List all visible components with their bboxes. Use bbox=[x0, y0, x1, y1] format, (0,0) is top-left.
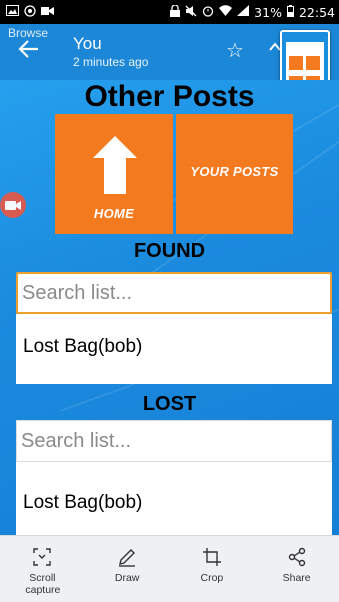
your-posts-tile-label: YOUR POSTS bbox=[190, 164, 279, 179]
your-posts-tile[interactable]: YOUR POSTS bbox=[176, 114, 293, 234]
draw-button[interactable]: Draw bbox=[85, 536, 170, 602]
home-tile[interactable]: HOME bbox=[55, 114, 173, 234]
thumbnail-tile bbox=[306, 56, 320, 70]
share-label: Share bbox=[282, 572, 311, 584]
share-icon bbox=[288, 547, 305, 567]
whatsapp-icon bbox=[24, 4, 36, 20]
chat-title: You bbox=[73, 34, 102, 53]
clock: 22:54 bbox=[298, 4, 335, 20]
home-tile-label: HOME bbox=[93, 206, 135, 221]
battery-icon bbox=[286, 4, 294, 20]
camera-icon bbox=[5, 201, 21, 210]
scroll-capture-label: Scroll capture bbox=[25, 572, 61, 596]
signal-icon bbox=[237, 5, 250, 19]
mute-icon bbox=[185, 5, 197, 20]
crop-label: Crop bbox=[200, 572, 224, 584]
wifi-icon bbox=[219, 5, 233, 19]
video-icon bbox=[41, 6, 54, 19]
found-search-input[interactable] bbox=[18, 274, 330, 312]
scroll-capture-icon bbox=[33, 548, 52, 566]
webview-content: Other Posts HOME YOUR POSTS FOUND Lost B… bbox=[0, 80, 339, 535]
back-arrow-icon[interactable] bbox=[18, 38, 44, 64]
list-item[interactable]: Lost Bag(bob) bbox=[23, 336, 142, 358]
share-button[interactable]: Share bbox=[254, 536, 339, 602]
last-seen: 2 minutes ago bbox=[73, 55, 149, 69]
lost-list: Lost Bag(bob) bbox=[16, 462, 332, 535]
gallery-icon bbox=[6, 5, 19, 19]
scroll-capture-button[interactable]: Scroll capture bbox=[0, 536, 85, 602]
status-bar: 31% 22:54 bbox=[0, 0, 339, 24]
screenshot-toolbar: Scroll capture Draw Crop Share bbox=[0, 535, 339, 602]
lock-icon bbox=[170, 3, 181, 20]
battery-percent: 31% bbox=[254, 4, 282, 20]
lost-heading: LOST bbox=[142, 393, 197, 415]
star-icon[interactable]: ☆ bbox=[226, 38, 244, 63]
pencil-icon bbox=[119, 549, 136, 567]
crop-icon bbox=[202, 548, 221, 566]
page-title: Other Posts bbox=[84, 80, 255, 113]
found-heading: FOUND bbox=[133, 240, 206, 262]
draw-label: Draw bbox=[114, 572, 140, 584]
lost-search-box[interactable] bbox=[16, 420, 332, 462]
list-item[interactable]: Lost Bag(bob) bbox=[23, 492, 142, 514]
found-search-box[interactable] bbox=[16, 272, 332, 314]
lost-search-input[interactable] bbox=[17, 421, 331, 461]
found-list: Lost Bag(bob) bbox=[16, 314, 332, 384]
crop-button[interactable]: Crop bbox=[170, 536, 255, 602]
home-arrow-icon bbox=[93, 136, 137, 194]
camera-button[interactable] bbox=[0, 192, 26, 218]
alarm-icon bbox=[202, 5, 214, 20]
thumbnail-tile bbox=[289, 56, 303, 70]
